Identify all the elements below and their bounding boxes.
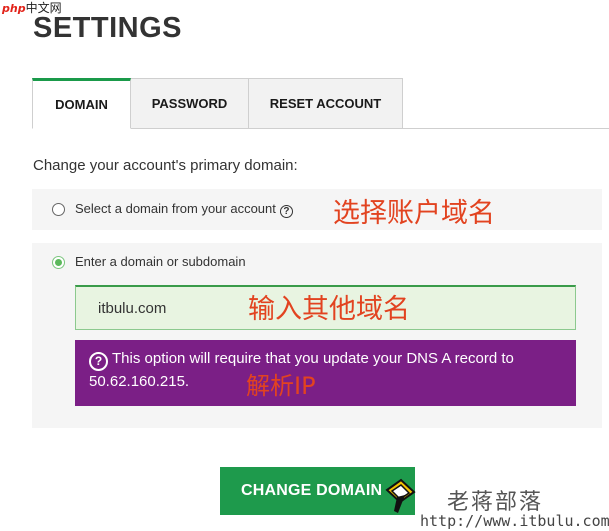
option-enter-domain[interactable]: Enter a domain or subdomain ?This option… <box>32 243 602 428</box>
annotation-resolve-ip: 解析IP <box>246 372 316 400</box>
annotation-enter-other: 输入其他域名 <box>248 294 410 325</box>
question-circle-icon: ? <box>89 352 108 371</box>
watermark-url: http://www.itbulu.com <box>420 512 609 530</box>
option-select-from-account[interactable]: Select a domain from your account? <box>32 189 602 230</box>
tab-password[interactable]: PASSWORD <box>131 78 249 129</box>
select-account-radio[interactable] <box>52 203 65 216</box>
pen-cursor-icon <box>385 478 416 513</box>
tab-domain[interactable]: DOMAIN <box>32 78 131 129</box>
enter-domain-radio[interactable] <box>52 256 65 269</box>
enter-domain-label: Enter a domain or subdomain <box>75 254 246 269</box>
page-title: SETTINGS <box>33 12 183 44</box>
select-account-label: Select a domain from your account? <box>75 201 293 218</box>
watermark-brand: php <box>2 2 26 15</box>
domain-intro-text: Change your account's primary domain: <box>33 157 298 174</box>
dns-notice: ? This option will require that you updat… <box>75 340 576 406</box>
settings-tabs: DOMAIN PASSWORD RESET ACCOUNT <box>32 78 403 129</box>
annotation-select-account: 选择账户域名 <box>333 198 495 229</box>
tab-reset-account[interactable]: RESET ACCOUNT <box>249 78 403 129</box>
help-icon[interactable]: ? <box>279 205 293 218</box>
